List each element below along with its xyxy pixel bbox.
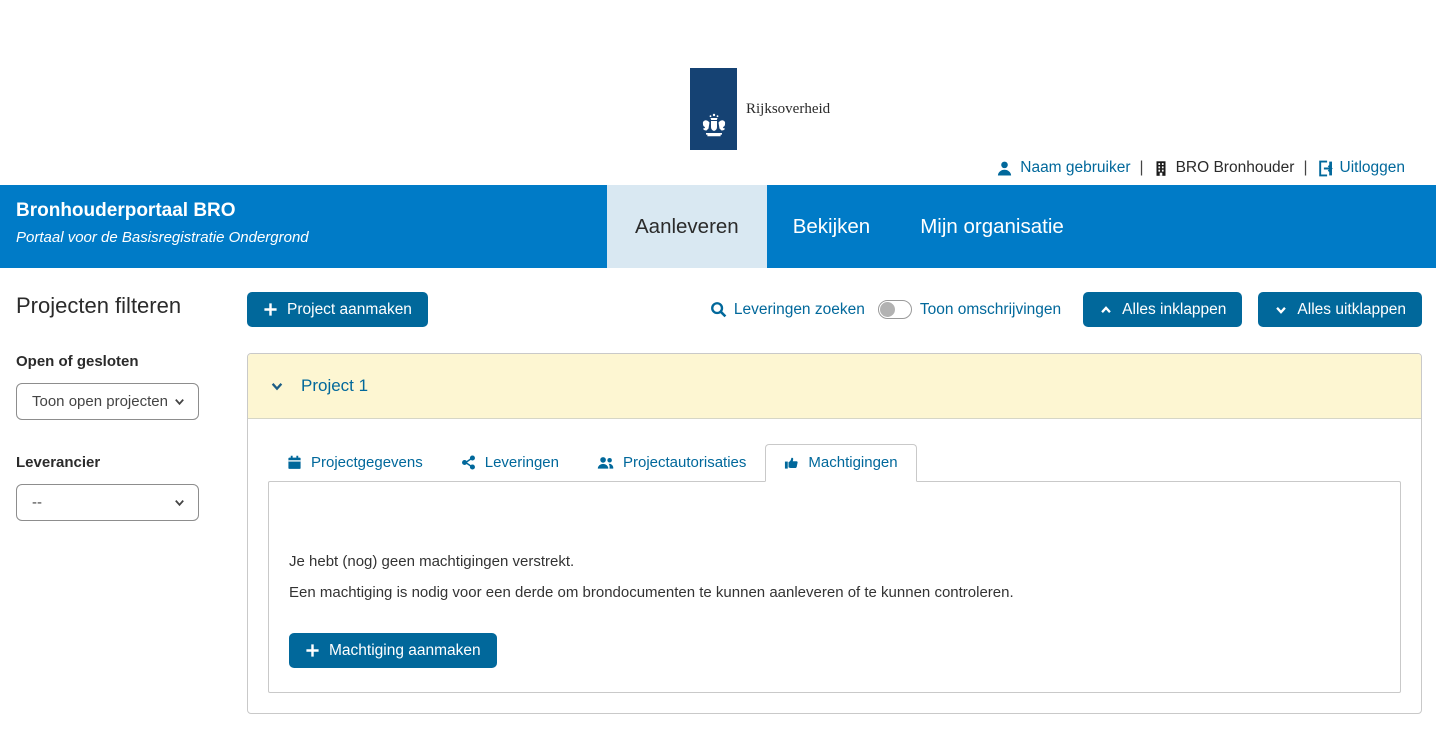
leverancier-select-value: -- — [32, 494, 42, 511]
user-icon — [996, 160, 1013, 177]
main-panel: Project aanmaken Leveringen zoeken Toon … — [247, 285, 1422, 714]
separator: | — [1301, 159, 1309, 177]
brand-block: Bronhouderportaal BRO Portaal voor de Ba… — [16, 200, 309, 246]
organisation-name: BRO Bronhouder — [1176, 159, 1295, 177]
collapse-all-label: Alles inklappen — [1122, 301, 1226, 319]
content-area: Projecten filteren Open of gesloten Toon… — [0, 268, 1436, 714]
plus-icon — [263, 302, 278, 317]
user-bar: Naam gebruiker | BRO Bronhouder | Uitlog… — [996, 159, 1405, 177]
main-nav-tabs: Aanleveren Bekijken Mijn organisatie — [607, 185, 1088, 268]
machtigingen-empty-message: Je hebt (nog) geen machtigingen verstrek… — [289, 551, 1380, 572]
open-gesloten-select[interactable]: Toon open projecten — [16, 383, 199, 420]
separator: | — [1138, 159, 1146, 177]
search-icon — [710, 301, 727, 318]
app-title: Bronhouderportaal BRO — [16, 200, 309, 222]
expand-all-label: Alles uitklappen — [1297, 301, 1406, 319]
create-machtiging-label: Machtiging aanmaken — [329, 642, 481, 660]
logout-label: Uitloggen — [1340, 159, 1406, 177]
toggle-knob — [880, 302, 895, 317]
nav-tab-mijn-organisatie[interactable]: Mijn organisatie — [896, 185, 1088, 268]
project-card-body: Projectgegevens Leveringen Projectautori… — [248, 419, 1421, 713]
user-name-link[interactable]: Naam gebruiker — [1020, 159, 1130, 177]
project-card: Project 1 Projectgegevens Leveringen — [247, 353, 1422, 714]
search-leveringen-label: Leveringen zoeken — [734, 301, 865, 319]
search-leveringen-link[interactable]: Leveringen zoeken — [710, 301, 865, 319]
tab-projectautorisaties[interactable]: Projectautorisaties — [578, 444, 765, 482]
plus-icon — [305, 643, 320, 658]
leverancier-select[interactable]: -- — [16, 484, 199, 521]
nav-tab-bekijken[interactable]: Bekijken — [769, 185, 895, 268]
top-header: Rijksoverheid Naam gebruiker | BRO Bronh… — [0, 0, 1436, 185]
collapse-all-button[interactable]: Alles inklappen — [1083, 292, 1242, 327]
expand-all-button[interactable]: Alles uitklappen — [1258, 292, 1422, 327]
rijksoverheid-logo: Rijksoverheid — [690, 68, 830, 150]
project-tabs: Projectgegevens Leveringen Projectautori… — [268, 444, 1401, 481]
filter-label-leverancier: Leverancier — [16, 454, 247, 471]
app-subtitle: Portaal voor de Basisregistratie Ondergr… — [16, 229, 309, 246]
building-icon — [1153, 160, 1169, 177]
users-icon — [597, 455, 614, 470]
rijksoverheid-logo-shield — [690, 68, 737, 150]
create-project-button[interactable]: Project aanmaken — [247, 292, 428, 327]
tab-projectgegevens-label: Projectgegevens — [311, 454, 423, 471]
filter-label-open-gesloten: Open of gesloten — [16, 353, 247, 370]
chevron-down-icon — [173, 395, 186, 408]
chevron-up-icon — [1099, 303, 1113, 317]
nav-tab-aanleveren[interactable]: Aanleveren — [607, 185, 767, 268]
rijksoverheid-logo-label: Rijksoverheid — [746, 101, 830, 118]
create-machtiging-button[interactable]: Machtiging aanmaken — [289, 633, 497, 668]
calendar-icon — [287, 455, 302, 470]
machtigingen-tab-panel: Je hebt (nog) geen machtigingen verstrek… — [268, 481, 1401, 693]
logout-icon — [1317, 160, 1334, 177]
project-card-header[interactable]: Project 1 — [248, 354, 1421, 419]
filter-sidebar: Projecten filteren Open of gesloten Toon… — [0, 285, 247, 714]
create-project-label: Project aanmaken — [287, 301, 412, 319]
toon-omschrijvingen-toggle[interactable] — [878, 300, 912, 319]
toolbar: Project aanmaken Leveringen zoeken Toon … — [247, 292, 1422, 327]
tab-projectgegevens[interactable]: Projectgegevens — [268, 444, 442, 482]
tab-leveringen[interactable]: Leveringen — [442, 444, 578, 482]
project-title: Project 1 — [301, 376, 368, 396]
toon-omschrijvingen-label: Toon omschrijvingen — [920, 301, 1061, 319]
sidebar-title: Projecten filteren — [16, 293, 247, 319]
toolbar-right: Leveringen zoeken Toon omschrijvingen Al… — [710, 292, 1422, 327]
tab-machtigingen-label: Machtigingen — [808, 454, 897, 471]
chevron-down-icon — [1274, 303, 1288, 317]
share-icon — [461, 455, 476, 470]
logout-link[interactable]: Uitloggen — [1317, 159, 1406, 177]
thumbs-up-icon — [784, 455, 799, 470]
tab-leveringen-label: Leveringen — [485, 454, 559, 471]
tab-machtigingen[interactable]: Machtigingen — [765, 444, 916, 482]
open-gesloten-select-value: Toon open projecten — [32, 393, 168, 410]
main-navbar: Bronhouderportaal BRO Portaal voor de Ba… — [0, 185, 1436, 268]
tab-projectautorisaties-label: Projectautorisaties — [623, 454, 746, 471]
machtigingen-info-message: Een machtiging is nodig voor een derde o… — [289, 582, 1380, 603]
chevron-down-icon — [173, 496, 186, 509]
collapse-chevron-down-icon — [270, 379, 284, 393]
rijksoverheid-emblem-icon — [699, 112, 729, 138]
